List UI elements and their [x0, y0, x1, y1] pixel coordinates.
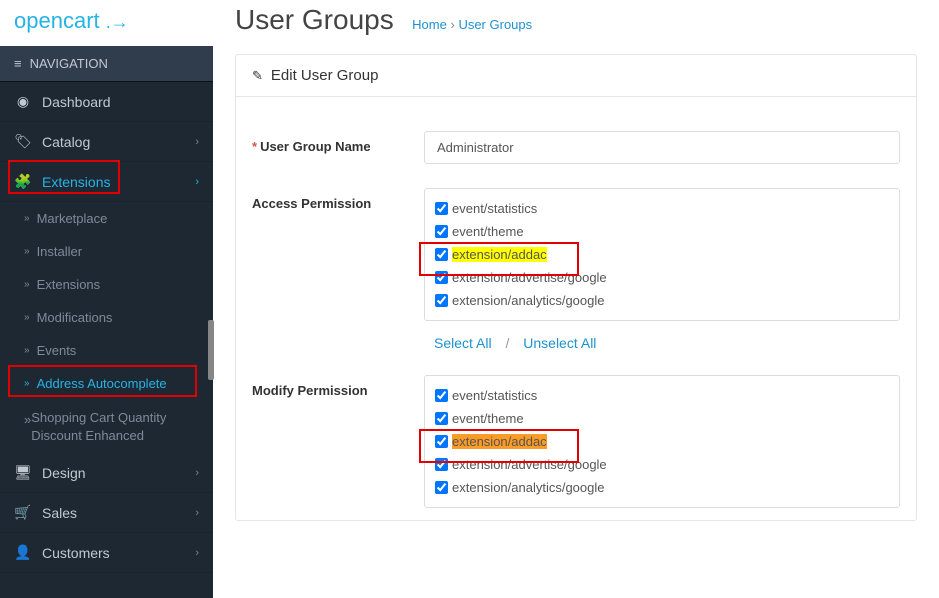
sidebar-item-customers[interactable]: 👤 Customers ›: [0, 533, 213, 573]
panel-heading: ✎ Edit User Group: [236, 55, 916, 97]
perm-label: extension/addac: [452, 247, 547, 262]
edit-panel: ✎ Edit User Group *User Group Name Acces…: [235, 54, 917, 521]
perm-label: event/statistics: [452, 201, 537, 216]
perm-label: extension/advertise/google: [452, 457, 607, 472]
scrollbar-thumb[interactable]: [208, 320, 214, 380]
desktop-icon: 🖥: [14, 464, 32, 481]
sidebar-item-label: Catalog: [42, 134, 90, 150]
chevron-double-icon: »: [24, 378, 30, 389]
logo-open: open: [14, 8, 63, 33]
perm-checkbox[interactable]: [435, 481, 448, 494]
perm-item[interactable]: extension/addac: [435, 243, 889, 266]
sidebar-item-sales[interactable]: 🛒 Sales ›: [0, 493, 213, 533]
sidebar-sub-extensions[interactable]: » Extensions: [0, 268, 213, 301]
user-icon: 👤: [14, 544, 32, 561]
perm-item[interactable]: extension/analytics/google: [435, 476, 889, 499]
sidebar-item-extensions[interactable]: 🧩 Extensions ›: [0, 162, 213, 202]
perm-checkbox[interactable]: [435, 435, 448, 448]
chevron-right-icon: ›: [195, 176, 199, 188]
sidebar-sub-modifications[interactable]: » Modifications: [0, 301, 213, 334]
user-group-name-label: *User Group Name: [252, 131, 424, 154]
pencil-icon: ✎: [252, 68, 263, 84]
logo: opencart .→: [0, 0, 213, 46]
perm-checkbox[interactable]: [435, 202, 448, 215]
sidebar-item-label: Installer: [37, 244, 83, 259]
sidebar-item-label: Marketplace: [37, 211, 108, 226]
perm-label: event/theme: [452, 224, 524, 239]
perm-item[interactable]: event/theme: [435, 220, 889, 243]
required-mark: *: [252, 139, 257, 154]
chevron-double-icon: »: [24, 345, 30, 356]
panel-title: Edit User Group: [271, 67, 379, 84]
sidebar-item-label: Customers: [42, 545, 110, 561]
sidebar-sub-address-autocomplete[interactable]: » Address Autocomplete: [0, 367, 213, 400]
perm-checkbox[interactable]: [435, 271, 448, 284]
sidebar-item-label: Events: [37, 343, 77, 358]
perm-label: event/statistics: [452, 388, 537, 403]
chevron-double-icon: »: [24, 246, 30, 257]
breadcrumb-home[interactable]: Home: [412, 17, 447, 32]
perm-label: extension/analytics/google: [452, 480, 605, 495]
perm-label: extension/advertise/google: [452, 270, 607, 285]
perm-label: extension/addac: [452, 434, 547, 449]
perm-item[interactable]: event/theme: [435, 407, 889, 430]
perm-item[interactable]: extension/addac: [435, 430, 889, 453]
chevron-right-icon: ›: [195, 136, 199, 148]
perm-item[interactable]: event/statistics: [435, 197, 889, 220]
sidebar-item-label: Sales: [42, 505, 77, 521]
perm-item[interactable]: extension/advertise/google: [435, 453, 889, 476]
unselect-all-link[interactable]: Unselect All: [523, 335, 596, 351]
separator: /: [505, 335, 509, 351]
sidebar-item-label: Address Autocomplete: [37, 376, 167, 391]
perm-checkbox[interactable]: [435, 412, 448, 425]
perm-checkbox[interactable]: [435, 294, 448, 307]
sidebar-item-catalog[interactable]: 🏷 Catalog ›: [0, 122, 213, 162]
sidebar-item-dashboard[interactable]: ◉ Dashboard: [0, 82, 213, 122]
perm-checkbox[interactable]: [435, 225, 448, 238]
perm-label: event/theme: [452, 411, 524, 426]
chevron-double-icon: »: [24, 279, 30, 290]
select-all-link[interactable]: Select All: [434, 335, 492, 351]
cart-icon: 🛒: [14, 504, 32, 521]
perm-item[interactable]: extension/advertise/google: [435, 266, 889, 289]
perm-item[interactable]: extension/analytics/google: [435, 289, 889, 312]
sidebar-item-design[interactable]: 🖥 Design ›: [0, 453, 213, 493]
page-title: User Groups: [235, 4, 394, 36]
select-links: Select All / Unselect All: [424, 335, 900, 351]
chevron-double-icon: »: [24, 213, 30, 224]
sidebar-item-label: Extensions: [37, 277, 101, 292]
user-group-name-input[interactable]: [424, 131, 900, 164]
nav-header: ≡ NAVIGATION: [0, 46, 213, 82]
chevron-double-icon: »: [24, 411, 31, 429]
sidebar-item-label: Modifications: [37, 310, 113, 325]
sidebar-item-label: Extensions: [42, 174, 110, 190]
dashboard-icon: ◉: [14, 93, 32, 110]
chevron-right-icon: ›: [195, 547, 199, 559]
perm-label: extension/analytics/google: [452, 293, 605, 308]
logo-cart: cart: [63, 8, 100, 33]
chevron-right-icon: ›: [195, 507, 199, 519]
perm-checkbox[interactable]: [435, 458, 448, 471]
menu-icon: ≡: [14, 56, 22, 71]
breadcrumb-current[interactable]: User Groups: [458, 17, 532, 32]
breadcrumb: Home › User Groups: [412, 17, 532, 32]
sidebar-item-label: Shopping Cart Quantity Discount Enhanced: [31, 409, 199, 444]
sidebar-sub-events[interactable]: » Events: [0, 334, 213, 367]
perm-item[interactable]: event/statistics: [435, 384, 889, 407]
sidebar-sub-marketplace[interactable]: » Marketplace: [0, 202, 213, 235]
puzzle-icon: 🧩: [14, 173, 32, 190]
perm-checkbox[interactable]: [435, 248, 448, 261]
sidebar-item-label: Design: [42, 465, 86, 481]
sidebar-sub-installer[interactable]: » Installer: [0, 235, 213, 268]
chevron-right-icon: ›: [195, 467, 199, 479]
perm-checkbox[interactable]: [435, 389, 448, 402]
nav-header-label: NAVIGATION: [30, 56, 108, 71]
chevron-double-icon: »: [24, 312, 30, 323]
sidebar-sub-shopping-cart[interactable]: » Shopping Cart Quantity Discount Enhanc…: [0, 400, 213, 453]
tag-icon: 🏷: [14, 133, 32, 150]
sidebar-item-label: Dashboard: [42, 94, 111, 110]
modify-permission-label: Modify Permission: [252, 375, 424, 398]
access-permission-label: Access Permission: [252, 188, 424, 211]
